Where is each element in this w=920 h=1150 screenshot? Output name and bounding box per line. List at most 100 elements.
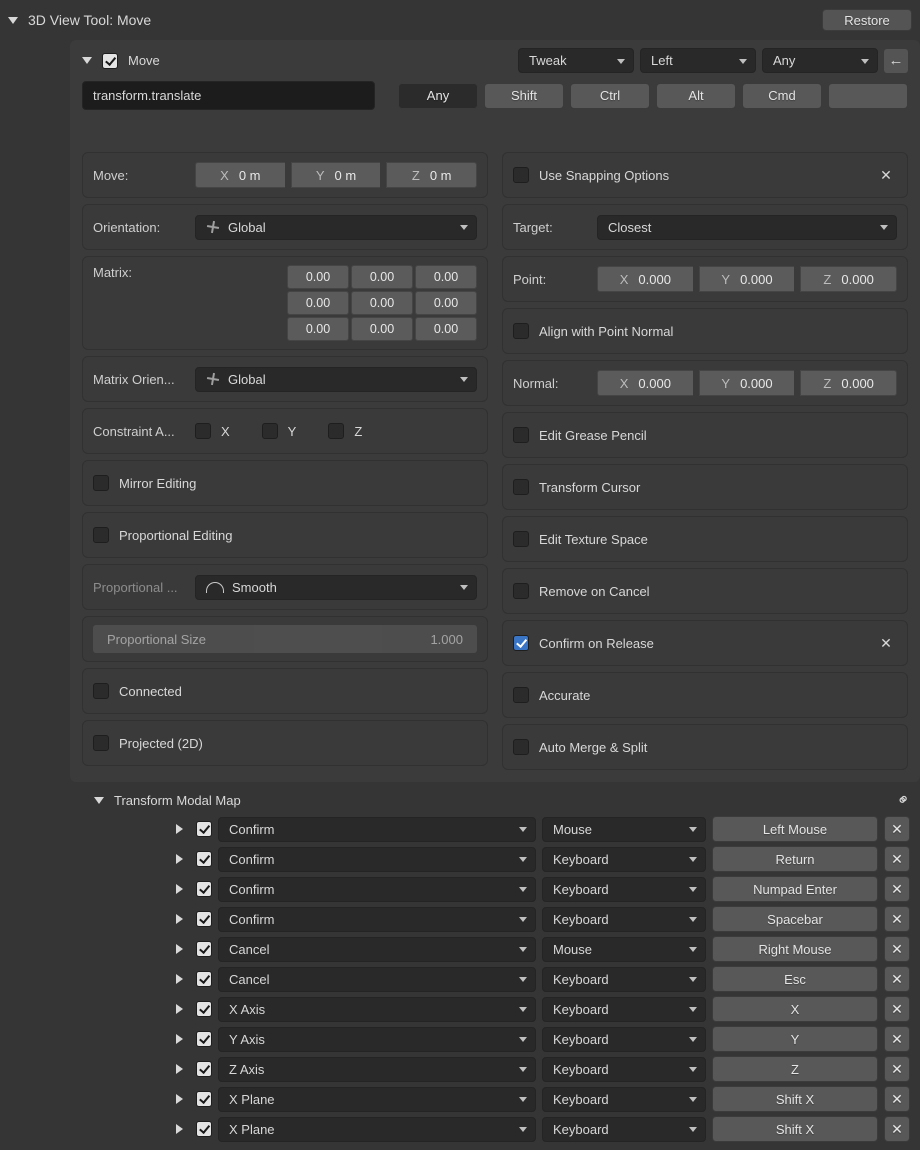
tool-hand-select[interactable]: Left [640, 48, 756, 73]
move-z-field[interactable]: Z0 m [386, 162, 477, 188]
mod-ctrl-button[interactable]: Ctrl [570, 83, 650, 109]
collapse-header-icon[interactable] [8, 17, 18, 24]
keymap-device-select[interactable]: Keyboard [542, 1087, 706, 1112]
proportional-falloff-select[interactable]: Smooth [195, 575, 477, 600]
tool-enabled-checkbox[interactable] [102, 53, 118, 69]
keymap-action-select[interactable]: Y Axis [218, 1027, 536, 1052]
expand-row-icon[interactable] [176, 1094, 190, 1104]
keymap-action-select[interactable]: Cancel [218, 937, 536, 962]
keymap-key-button[interactable]: Shift X [712, 1086, 878, 1112]
keymap-enabled-checkbox[interactable] [196, 911, 212, 927]
use-snapping-checkbox[interactable] [513, 167, 529, 183]
keymap-enabled-checkbox[interactable] [196, 1031, 212, 1047]
matrix-cell[interactable]: 0.00 [287, 291, 349, 315]
operator-id-input[interactable]: transform.translate [82, 81, 375, 110]
mod-blank-button[interactable] [828, 83, 908, 109]
keymap-device-select[interactable]: Keyboard [542, 877, 706, 902]
transform-cursor-checkbox[interactable] [513, 479, 529, 495]
keymap-device-select[interactable]: Keyboard [542, 847, 706, 872]
expand-row-icon[interactable] [176, 1004, 190, 1014]
keymap-action-select[interactable]: X Axis [218, 997, 536, 1022]
normal-x-field[interactable]: X0.000 [597, 370, 693, 396]
tool-any-select[interactable]: Any [762, 48, 878, 73]
keymap-action-select[interactable]: Cancel [218, 967, 536, 992]
expand-row-icon[interactable] [176, 944, 190, 954]
matrix-cell[interactable]: 0.00 [351, 317, 413, 341]
orientation-select[interactable]: Global [195, 215, 477, 240]
expand-row-icon[interactable] [176, 884, 190, 894]
keymap-key-button[interactable]: Return [712, 846, 878, 872]
move-y-field[interactable]: Y0 m [291, 162, 381, 188]
matrix-cell[interactable]: 0.00 [415, 265, 477, 289]
keymap-device-select[interactable]: Keyboard [542, 997, 706, 1022]
normal-y-field[interactable]: Y0.000 [699, 370, 795, 396]
keymap-enabled-checkbox[interactable] [196, 1061, 212, 1077]
keymap-action-select[interactable]: X Plane [218, 1087, 536, 1112]
remove-on-cancel-checkbox[interactable] [513, 583, 529, 599]
keymap-enabled-checkbox[interactable] [196, 851, 212, 867]
projected-checkbox[interactable] [93, 735, 109, 751]
confirm-on-release-checkbox[interactable] [513, 635, 529, 651]
keymap-action-select[interactable]: Confirm [218, 877, 536, 902]
keymap-enabled-checkbox[interactable] [196, 881, 212, 897]
keymap-device-select[interactable]: Keyboard [542, 967, 706, 992]
auto-merge-checkbox[interactable] [513, 739, 529, 755]
keymap-key-button[interactable]: Y [712, 1026, 878, 1052]
keymap-enabled-checkbox[interactable] [196, 1121, 212, 1137]
keymap-action-select[interactable]: Z Axis [218, 1057, 536, 1082]
connected-checkbox[interactable] [93, 683, 109, 699]
close-icon[interactable]: ✕ [875, 164, 897, 186]
expand-row-icon[interactable] [176, 1124, 190, 1134]
keymap-device-select[interactable]: Keyboard [542, 1117, 706, 1142]
keymap-action-select[interactable]: Confirm [218, 907, 536, 932]
keymap-remove-button[interactable]: ✕ [884, 876, 910, 902]
target-select[interactable]: Closest [597, 215, 897, 240]
edit-grease-pencil-checkbox[interactable] [513, 427, 529, 443]
keymap-remove-button[interactable]: ✕ [884, 1026, 910, 1052]
keymap-remove-button[interactable]: ✕ [884, 846, 910, 872]
point-z-field[interactable]: Z0.000 [800, 266, 897, 292]
align-point-normal-checkbox[interactable] [513, 323, 529, 339]
keymap-enabled-checkbox[interactable] [196, 1091, 212, 1107]
mod-any-button[interactable]: Any [398, 83, 478, 109]
keymap-key-button[interactable]: Spacebar [712, 906, 878, 932]
point-x-field[interactable]: X0.000 [597, 266, 693, 292]
constraint-y-checkbox[interactable] [262, 423, 278, 439]
keymap-remove-button[interactable]: ✕ [884, 816, 910, 842]
point-y-field[interactable]: Y0.000 [699, 266, 795, 292]
keymap-remove-button[interactable]: ✕ [884, 1056, 910, 1082]
keymap-remove-button[interactable]: ✕ [884, 936, 910, 962]
normal-z-field[interactable]: Z0.000 [800, 370, 897, 396]
keymap-enabled-checkbox[interactable] [196, 821, 212, 837]
move-x-field[interactable]: X0 m [195, 162, 285, 188]
expand-row-icon[interactable] [176, 974, 190, 984]
mod-shift-button[interactable]: Shift [484, 83, 564, 109]
matrix-cell[interactable]: 0.00 [351, 291, 413, 315]
keymap-remove-button[interactable]: ✕ [884, 1086, 910, 1112]
constraint-x-checkbox[interactable] [195, 423, 211, 439]
keymap-key-button[interactable]: Esc [712, 966, 878, 992]
keymap-enabled-checkbox[interactable] [196, 941, 212, 957]
keymap-key-button[interactable]: Z [712, 1056, 878, 1082]
keymap-remove-button[interactable]: ✕ [884, 1116, 910, 1142]
keymap-device-select[interactable]: Mouse [542, 817, 706, 842]
edit-texture-space-checkbox[interactable] [513, 531, 529, 547]
keymap-remove-button[interactable]: ✕ [884, 966, 910, 992]
keymap-key-button[interactable]: Right Mouse [712, 936, 878, 962]
expand-row-icon[interactable] [176, 1064, 190, 1074]
accurate-checkbox[interactable] [513, 687, 529, 703]
back-arrow-icon[interactable]: ← [884, 49, 908, 73]
close-icon[interactable]: ✕ [875, 632, 897, 654]
proportional-size-field[interactable]: Proportional Size 1.000 [93, 625, 477, 653]
restore-button[interactable]: Restore [822, 9, 912, 31]
matrix-orientation-select[interactable]: Global [195, 367, 477, 392]
matrix-cell[interactable]: 0.00 [287, 317, 349, 341]
keymap-action-select[interactable]: Confirm [218, 847, 536, 872]
keymap-device-select[interactable]: Keyboard [542, 907, 706, 932]
keymap-key-button[interactable]: Shift X [712, 1116, 878, 1142]
matrix-cell[interactable]: 0.00 [415, 317, 477, 341]
keymap-key-button[interactable]: Numpad Enter [712, 876, 878, 902]
mirror-editing-checkbox[interactable] [93, 475, 109, 491]
keymap-enabled-checkbox[interactable] [196, 1001, 212, 1017]
keymap-key-button[interactable]: Left Mouse [712, 816, 878, 842]
